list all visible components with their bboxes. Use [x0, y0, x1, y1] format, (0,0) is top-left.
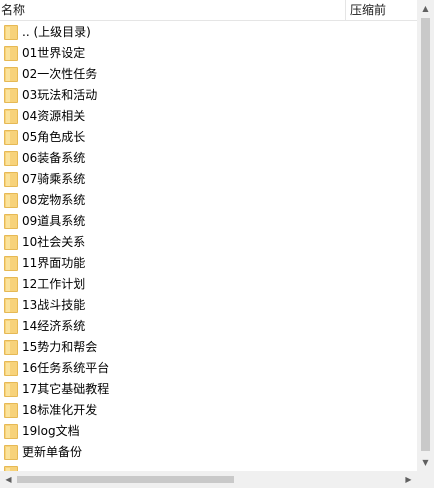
list-item-label: 06装备系统 [22, 151, 86, 165]
scroll-right-arrow-icon[interactable]: ▶ [400, 471, 417, 488]
vertical-scrollbar[interactable]: ▲ ▼ [417, 0, 434, 471]
list-item[interactable]: 11界面功能 [0, 253, 417, 274]
list-item[interactable]: 更新单备份 [0, 442, 417, 463]
folder-icon [4, 172, 18, 187]
list-item-label: 03玩法和活动 [22, 88, 98, 102]
folder-icon [4, 67, 18, 82]
list-item-label: 11界面功能 [22, 256, 86, 270]
folder-icon [4, 445, 18, 460]
folder-icon [4, 88, 18, 103]
list-item[interactable]: 01世界设定 [0, 43, 417, 64]
folder-icon [4, 109, 18, 124]
list-item[interactable]: 04资源相关 [0, 106, 417, 127]
list-item-label: 19log文档 [22, 424, 80, 438]
list-item[interactable]: 02一次性任务 [0, 64, 417, 85]
list-item-label: 01世界设定 [22, 46, 86, 60]
list-item-label: 08宠物系统 [22, 193, 86, 207]
folder-icon [4, 382, 18, 397]
list-item[interactable]: 15势力和帮会 [0, 337, 417, 358]
list-item[interactable]: 14经济系统 [0, 316, 417, 337]
folder-icon [4, 340, 18, 355]
folder-icon [4, 256, 18, 271]
list-item-label: 13战斗技能 [22, 298, 86, 312]
vertical-scroll-thumb[interactable] [421, 18, 430, 451]
folder-icon [4, 25, 18, 40]
list-item-label: 14经济系统 [22, 319, 86, 333]
list-item[interactable]: 09道具系统 [0, 211, 417, 232]
folder-icon [4, 214, 18, 229]
list-item[interactable]: 12工作计划 [0, 274, 417, 295]
list-item[interactable]: 19log文档 [0, 421, 417, 442]
folder-icon [4, 424, 18, 439]
list-item[interactable]: 10社会关系 [0, 232, 417, 253]
horizontal-scroll-thumb[interactable] [17, 476, 234, 483]
list-item[interactable]: 07骑乘系统 [0, 169, 417, 190]
list-item[interactable]: 05角色成长 [0, 127, 417, 148]
column-header-compressed-size[interactable]: 压缩前 [350, 3, 386, 17]
list-item-label: 10社会关系 [22, 235, 86, 249]
list-item[interactable]: .. (上级目录) [0, 22, 417, 43]
scroll-down-arrow-icon[interactable]: ▼ [417, 454, 434, 471]
list-item-label: 更新单备份 [22, 445, 83, 459]
scroll-up-arrow-icon[interactable]: ▲ [417, 0, 434, 17]
folder-icon [4, 277, 18, 292]
scrollbar-corner [417, 471, 434, 488]
list-item[interactable]: 06装备系统 [0, 148, 417, 169]
list-item[interactable]: 16任务系统平台 [0, 358, 417, 379]
list-item-label: 17其它基础教程 [22, 382, 110, 396]
folder-icon [4, 46, 18, 61]
list-item[interactable]: 18标准化开发 [0, 400, 417, 421]
list-item-label: 09道具系统 [22, 214, 86, 228]
folder-icon [4, 319, 18, 334]
column-header-bar: 名称 压缩前 [0, 0, 417, 21]
folder-icon [4, 403, 18, 418]
list-item-label: 16任务系统平台 [22, 361, 110, 375]
column-header-name[interactable]: 名称 [1, 3, 25, 17]
list-item-label: 07骑乘系统 [22, 172, 86, 186]
list-item-label: 02一次性任务 [22, 67, 98, 81]
folder-icon [4, 130, 18, 145]
list-item-label: 12工作计划 [22, 277, 86, 291]
folder-icon [4, 361, 18, 376]
list-item-label: .. (上级目录) [22, 25, 91, 39]
folder-icon [4, 193, 18, 208]
list-item[interactable]: 08宠物系统 [0, 190, 417, 211]
list-item[interactable]: 03玩法和活动 [0, 85, 417, 106]
list-item[interactable]: 13战斗技能 [0, 295, 417, 316]
file-list-window: 名称 压缩前 .. (上级目录) 01世界设定 02一次性任务 03玩法和活动 04资源… [0, 0, 434, 488]
horizontal-scrollbar[interactable]: ◀ ▶ [0, 471, 417, 488]
folder-icon [4, 235, 18, 250]
scroll-left-arrow-icon[interactable]: ◀ [0, 471, 17, 488]
list-item-label: 04资源相关 [22, 109, 86, 123]
file-list: .. (上级目录) 01世界设定 02一次性任务 03玩法和活动 04资源相关 05角色成… [0, 22, 417, 472]
list-item[interactable]: 17其它基础教程 [0, 379, 417, 400]
folder-icon [4, 151, 18, 166]
folder-icon [4, 298, 18, 313]
list-item-label: 05角色成长 [22, 130, 86, 144]
list-item-label: 18标准化开发 [22, 403, 98, 417]
column-divider[interactable] [345, 0, 346, 20]
list-item-label: 15势力和帮会 [22, 340, 98, 354]
